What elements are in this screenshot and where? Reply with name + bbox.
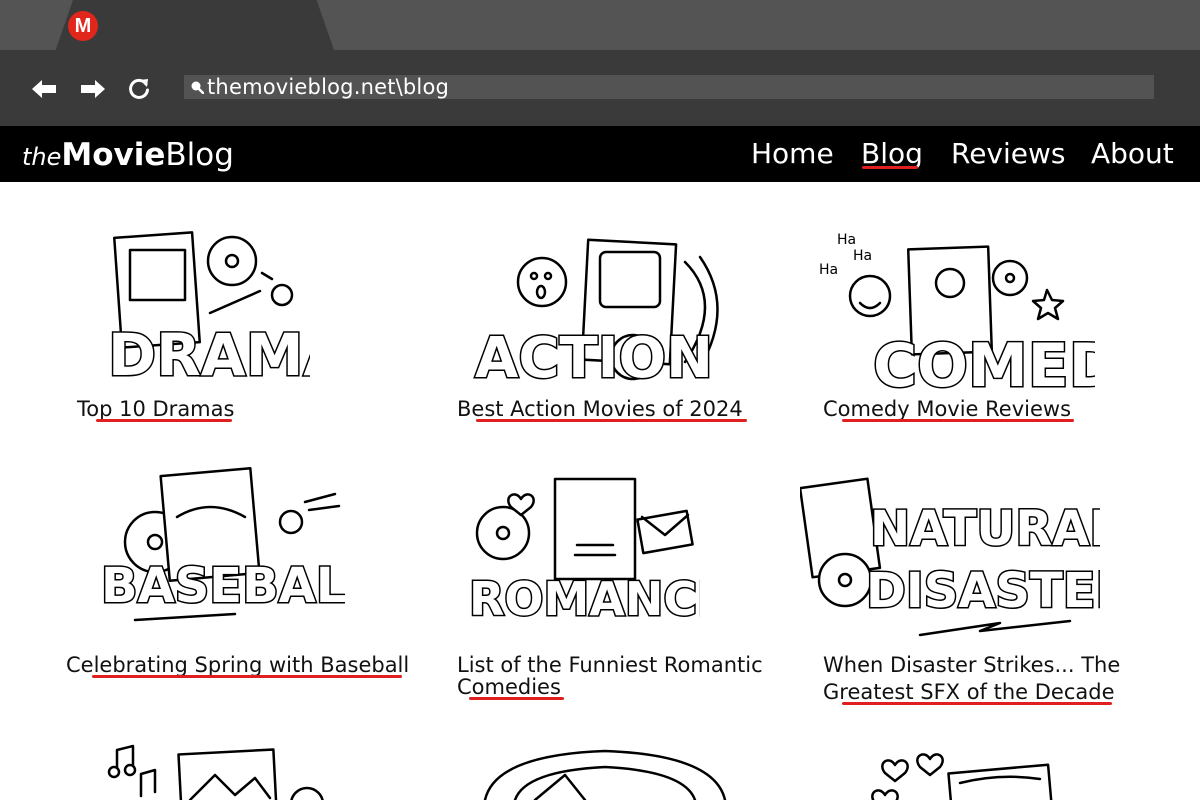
nav-reviews-link[interactable]: Reviews bbox=[951, 134, 1066, 174]
comedy-word: COMEDY bbox=[873, 331, 1095, 393]
title-underline bbox=[92, 675, 402, 678]
nav-active-underline bbox=[862, 166, 918, 169]
card-title[interactable]: Comedy Movie Reviews bbox=[823, 398, 1071, 421]
card-title-line-1[interactable]: When Disaster Strikes... The bbox=[823, 654, 1120, 677]
disaster-word: DISASTER bbox=[866, 563, 1100, 619]
reload-button[interactable] bbox=[124, 74, 154, 104]
romance-illustration: ROMANCE bbox=[468, 477, 700, 625]
nav-about-link[interactable]: About bbox=[1091, 134, 1174, 174]
title-underline bbox=[469, 697, 564, 700]
drama-illustration: DRAMA bbox=[107, 231, 310, 390]
site-logo[interactable]: theMovieBlog bbox=[22, 135, 234, 175]
card-title[interactable]: Best Action Movies of 2024 bbox=[457, 398, 743, 421]
title-underline bbox=[842, 419, 1074, 422]
logo-movie: Movie bbox=[61, 137, 166, 173]
site-favicon-icon: M bbox=[68, 11, 98, 41]
title-underline bbox=[842, 702, 1112, 705]
film-reel-illustration-partial bbox=[483, 749, 727, 800]
ha-text-3: Ha bbox=[819, 262, 838, 278]
back-button[interactable] bbox=[29, 74, 59, 104]
title-underline bbox=[96, 419, 232, 422]
logo-blog: Blog bbox=[165, 137, 234, 173]
music-illustration-partial bbox=[107, 744, 324, 800]
romance-word: ROMANCE bbox=[469, 572, 700, 625]
nav-home-link[interactable]: Home bbox=[751, 134, 834, 174]
natural-disaster-illustration: NATURAL DISASTER bbox=[800, 477, 1100, 637]
logo-the: the bbox=[22, 143, 62, 171]
hearts-illustration-partial bbox=[871, 753, 1053, 800]
drama-word: DRAMA bbox=[108, 321, 310, 389]
baseball-illustration: BASEBALL bbox=[100, 467, 345, 622]
forward-arrow-icon bbox=[81, 80, 105, 98]
comedy-illustration: Ha Ha Ha COMEDY bbox=[819, 232, 1095, 393]
natural-word: NATURAL bbox=[870, 501, 1100, 557]
action-illustration: ACTION bbox=[474, 238, 719, 392]
card-title-line-1[interactable]: List of the Funniest Romantic bbox=[457, 654, 763, 677]
baseball-word: BASEBALL bbox=[101, 558, 345, 614]
reload-icon bbox=[129, 78, 149, 99]
card-title-line-2[interactable]: Comedies bbox=[457, 676, 561, 699]
action-word: ACTION bbox=[475, 326, 713, 391]
title-underline bbox=[476, 419, 747, 422]
card-title[interactable]: Celebrating Spring with Baseball bbox=[66, 654, 409, 677]
forward-button[interactable] bbox=[78, 74, 108, 104]
ha-text-1: Ha bbox=[837, 232, 856, 248]
address-bar-url[interactable]: themovieblog.net\blog bbox=[207, 74, 449, 100]
card-title-line-2[interactable]: Greatest SFX of the Decade bbox=[823, 681, 1115, 704]
card-title[interactable]: Top 10 Dramas bbox=[77, 398, 234, 421]
ha-text-2: Ha bbox=[853, 248, 872, 264]
search-icon bbox=[191, 81, 204, 94]
back-arrow-icon bbox=[32, 80, 56, 98]
